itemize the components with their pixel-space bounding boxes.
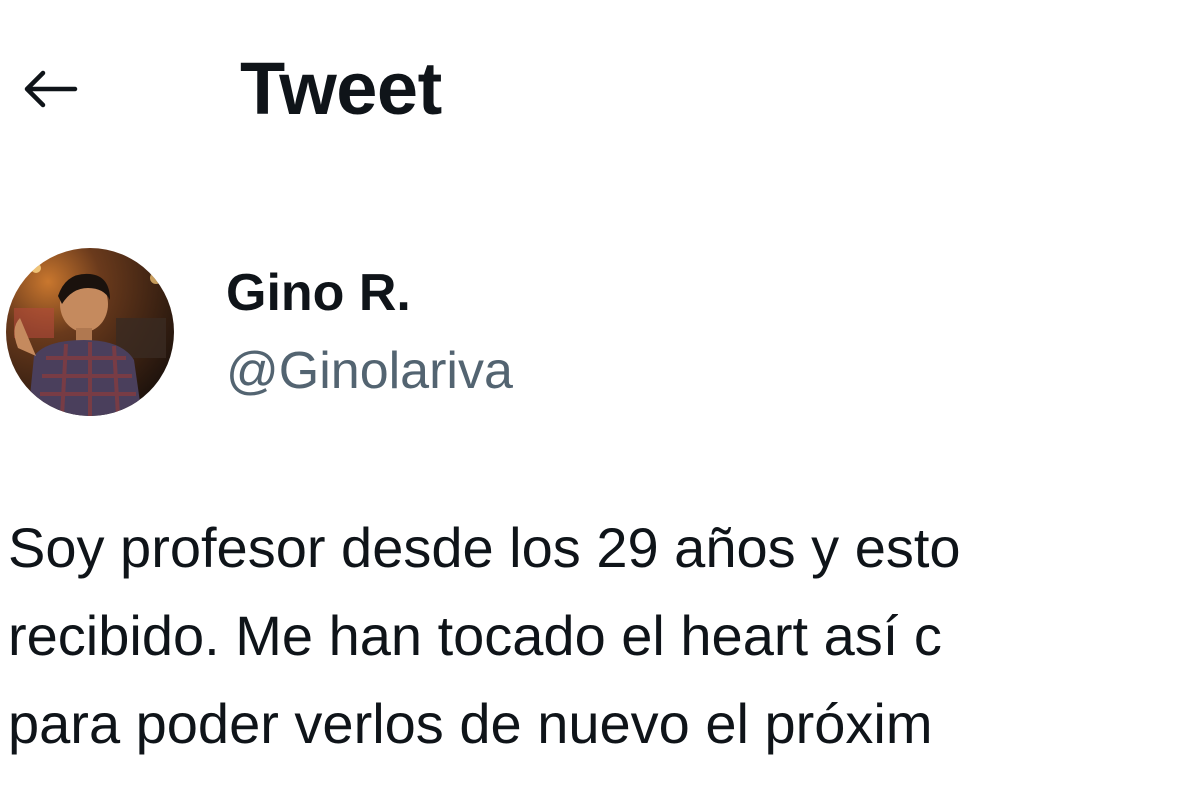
tweet-text-line: recibido. Me han tocado el heart así c <box>8 604 942 667</box>
page-title: Tweet <box>240 47 442 130</box>
back-button[interactable] <box>14 58 84 120</box>
avatar[interactable] <box>6 248 174 416</box>
back-arrow-icon <box>24 70 78 108</box>
display-name[interactable]: Gino R. <box>226 262 411 324</box>
user-handle[interactable]: @Ginolariva <box>226 340 513 402</box>
tweet-page: Tweet Gino R. @Ginolariva Soy profesor d… <box>0 0 1200 800</box>
tweet-author: Gino R. @Ginolariva <box>0 240 1200 430</box>
avatar-photo <box>6 248 174 416</box>
top-bar: Tweet <box>0 0 1200 180</box>
tweet-text: Soy profesor desde los 29 años y esto re… <box>8 504 1200 768</box>
tweet-text-line: Soy profesor desde los 29 años y esto <box>8 516 961 579</box>
tweet-text-line: para poder verlos de nuevo el próxim <box>8 692 933 755</box>
